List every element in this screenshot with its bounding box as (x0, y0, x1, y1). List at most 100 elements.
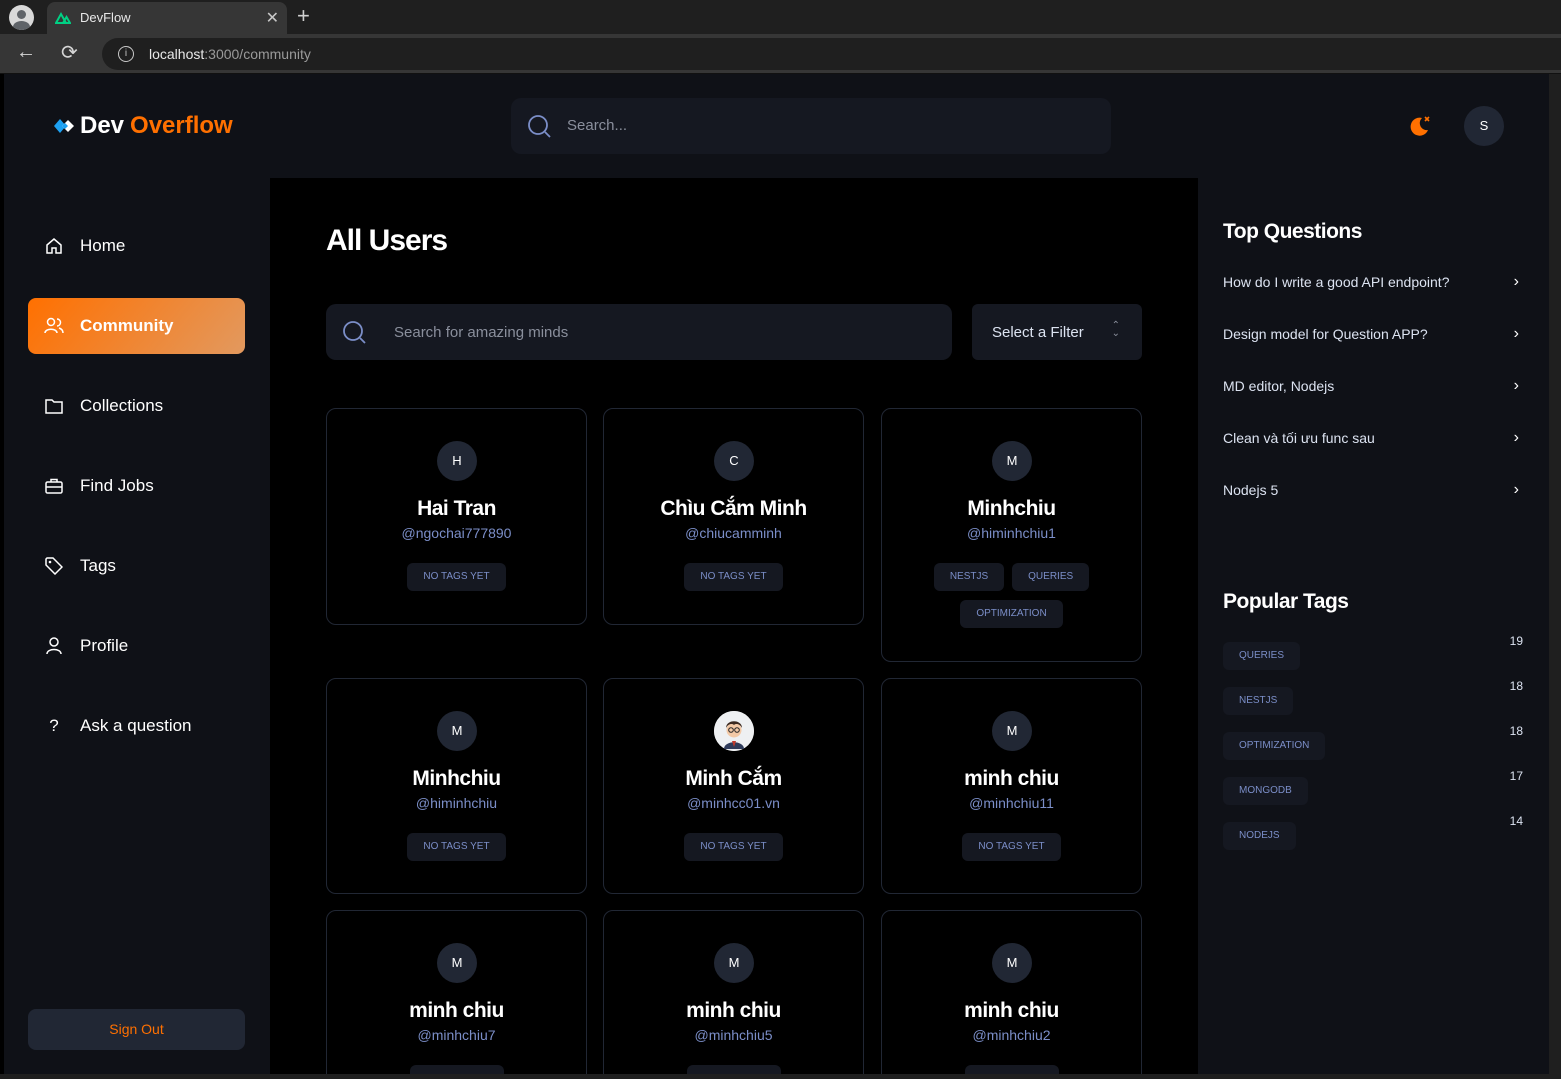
tag-badge[interactable]: QUERIES (1223, 642, 1301, 670)
reload-icon[interactable]: ⟳ (61, 40, 78, 65)
devflow-app: Dev Overflow Search... S Home Community … (4, 74, 1549, 1074)
browser-toolbar: ← ⟳ i localhost:3000/community (0, 34, 1561, 74)
user-handle: @minhchiu11 (969, 795, 1054, 811)
tag-badge: NO TAGS YET (684, 833, 783, 861)
popular-tag-row[interactable]: NESTJS 18 (1223, 679, 1523, 715)
tag-badge[interactable]: NESTJS (933, 563, 1005, 591)
user-handle: @himinhchiu1 (967, 525, 1056, 541)
user-tags: NO TAGS YET (604, 833, 863, 861)
user-tags: NO TAGS YET (327, 833, 586, 861)
filter-select-label: Select a Filter (992, 324, 1084, 341)
filter-select[interactable]: Select a Filter ⌃ ⌄ (972, 304, 1142, 360)
chevron-right-icon: › (1513, 273, 1519, 290)
avatar: H (437, 441, 477, 481)
top-question-link[interactable]: Clean và tối ưu func sau › (1223, 426, 1523, 450)
logo-mark-icon (54, 119, 74, 133)
users-icon (44, 316, 64, 336)
user-tags: NO TAGS YET (604, 563, 863, 591)
user-tags: NESTJS QUERIES OPTIMIZATION (882, 563, 1141, 628)
sign-out-button[interactable]: Sign Out (28, 1009, 245, 1050)
chevron-right-icon: › (1513, 377, 1519, 394)
browser-profile-icon[interactable] (9, 5, 34, 30)
community-search-input[interactable]: Search for amazing minds (326, 304, 952, 360)
logo-text-dev: Dev (80, 112, 125, 139)
popular-tag-row[interactable]: QUERIES 19 (1223, 634, 1523, 670)
tag-badge[interactable]: NESTJS (1223, 687, 1294, 715)
avatar: M (992, 711, 1032, 751)
sidebar-item-label: Home (80, 236, 126, 255)
back-arrow-icon[interactable]: ← (16, 41, 36, 64)
user-card[interactable]: C Chìu Cắm Minh @chiucamminh NO TAGS YET (603, 408, 864, 625)
window-scrollbar[interactable] (1549, 74, 1561, 1079)
user-card[interactable]: M Minhchiu @himinhchiu NO TAGS YET (326, 678, 587, 894)
user-card[interactable]: M minh chiu @minhchiu5 (603, 910, 864, 1074)
popular-tag-row[interactable]: NODEJS 14 (1223, 814, 1523, 850)
logo-text-overflow: Overflow (130, 112, 233, 139)
user-card[interactable]: M minh chiu @minhchiu2 (881, 910, 1142, 1074)
chevron-right-icon: › (1513, 481, 1519, 498)
tag-count: 19 (1509, 634, 1523, 648)
tag-badge[interactable]: QUERIES (1012, 563, 1090, 591)
home-icon (44, 236, 64, 256)
top-question-link[interactable]: MD editor, Nodejs › (1223, 374, 1523, 398)
user-tags (882, 1065, 1141, 1074)
user-card[interactable]: Minh Cắm @minhcc01.vn NO TAGS YET (603, 678, 864, 894)
sidebar-item-label: Find Jobs (80, 476, 154, 495)
site-logo[interactable]: Dev Overflow (52, 112, 233, 140)
question-icon: ? (49, 716, 59, 735)
tag-badge[interactable]: MONGODB (1223, 777, 1308, 805)
user-card[interactable]: M minh chiu @minhchiu11 NO TAGS YET (881, 678, 1142, 894)
sidebar-item-ask-question[interactable]: ? Ask a question (28, 698, 245, 754)
left-sidebar: Home Community Collections Find Jobs Tag… (4, 178, 270, 1074)
user-name: Minhchiu (967, 497, 1056, 520)
sidebar-item-tags[interactable]: Tags (28, 538, 245, 594)
browser-tab[interactable]: DevFlow ✕ (47, 2, 287, 34)
close-tab-icon[interactable]: ✕ (266, 8, 279, 28)
search-icon (343, 321, 366, 344)
top-question-link[interactable]: How do I write a good API endpoint? › (1223, 270, 1523, 294)
sidebar-item-profile[interactable]: Profile (28, 618, 245, 674)
avatar: M (714, 943, 754, 983)
devflow-favicon-icon (55, 11, 71, 24)
right-sidebar: Top Questions How do I write a good API … (1198, 178, 1549, 1074)
address-bar[interactable]: i localhost:3000/community (102, 38, 1561, 70)
tag-badge[interactable]: OPTIMIZATION (1223, 732, 1326, 760)
tag-badge[interactable]: OPTIMIZATION (960, 600, 1063, 628)
user-name: minh chiu (964, 767, 1059, 790)
popular-tag-row[interactable]: MONGODB 17 (1223, 769, 1523, 805)
avatar: C (714, 441, 754, 481)
user-card[interactable]: M minh chiu @minhchiu7 (326, 910, 587, 1074)
user-avatar-button[interactable]: S (1464, 106, 1504, 146)
user-card[interactable]: M Minhchiu @himinhchiu1 NESTJS QUERIES O… (881, 408, 1142, 662)
chevron-up-down-icon: ⌃ ⌄ (1111, 320, 1120, 339)
theme-moon-icon[interactable] (1408, 114, 1432, 138)
tag-icon (44, 556, 64, 576)
global-search-input[interactable]: Search... (511, 98, 1111, 154)
sidebar-item-community[interactable]: Community (28, 298, 245, 354)
user-handle: @chiucamminh (685, 525, 782, 541)
popular-tag-row[interactable]: OPTIMIZATION 18 (1223, 724, 1523, 760)
sidebar-item-home[interactable]: Home (28, 218, 245, 274)
tag-badge[interactable]: NODEJS (1223, 822, 1296, 850)
page-title: All Users (326, 224, 448, 257)
tag-badge (409, 1065, 504, 1074)
sidebar-item-label: Ask a question (80, 716, 192, 735)
user-handle: @himinhchiu (415, 795, 498, 811)
top-question-link[interactable]: Nodejs 5 › (1223, 478, 1523, 502)
top-question-link[interactable]: Design model for Question APP? › (1223, 322, 1523, 346)
new-tab-icon[interactable]: + (297, 3, 310, 29)
search-icon (528, 115, 551, 138)
site-info-icon[interactable]: i (118, 46, 134, 62)
person-avatar-icon (714, 711, 754, 751)
chevron-right-icon: › (1513, 325, 1519, 342)
window-bottom-edge (0, 1074, 1561, 1079)
user-card[interactable]: H Hai Tran @ngochai777890 NO TAGS YET (326, 408, 587, 625)
user-name: minh chiu (409, 999, 504, 1022)
sidebar-item-collections[interactable]: Collections (28, 378, 245, 434)
sidebar-item-find-jobs[interactable]: Find Jobs (28, 458, 245, 514)
popular-tags-title: Popular Tags (1223, 590, 1349, 613)
user-handle: @minhchiu5 (694, 1027, 773, 1043)
avatar: M (437, 711, 477, 751)
url-text: localhost:3000/community (149, 46, 311, 62)
browser-tab-title: DevFlow (80, 10, 131, 25)
